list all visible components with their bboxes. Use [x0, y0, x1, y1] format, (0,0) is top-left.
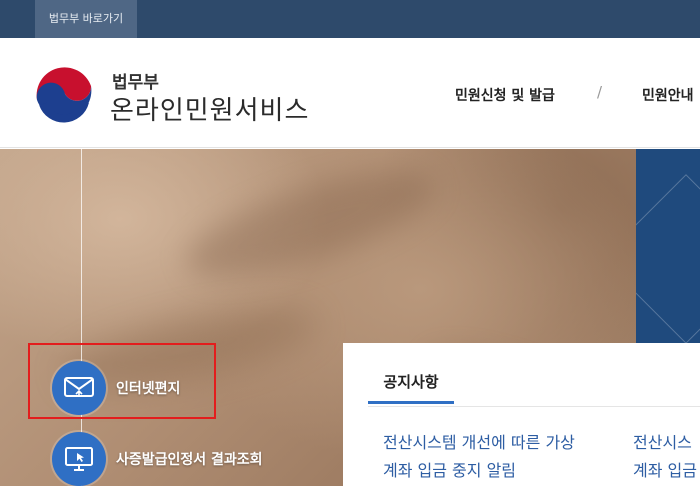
notice-panel: 공지사항 전산시스템 개선에 따른 가상 계좌 입금 중지 알림 전산시스 계좌…: [343, 343, 700, 486]
nav-separator: /: [597, 83, 603, 101]
envelope-icon: [64, 377, 94, 397]
hero-blue-panel: [636, 149, 700, 343]
quick-menu-icon-circle: [52, 432, 106, 486]
quick-menu-internet-letter[interactable]: 인터넷편지: [52, 361, 180, 415]
brand-service-name[interactable]: 온라인민원서비스: [110, 90, 309, 127]
notice-list-item[interactable]: 전산시스 계좌 입금: [633, 429, 700, 485]
notice-title-line: 계좌 입금 중지 알림: [383, 461, 517, 480]
quick-menu-visa-result[interactable]: 사증발급인정서 결과조회: [52, 432, 263, 486]
quick-menu-icon-circle: [52, 361, 106, 415]
notice-title-line: 계좌 입금: [633, 461, 697, 480]
notice-title-line: 전산시스템 개선에 따른 가상: [383, 433, 575, 452]
government-taegeuk-logo-icon[interactable]: [33, 64, 97, 128]
monitor-cursor-icon: [65, 447, 93, 471]
hero-banner: 인터넷편지 사증발급인정서 결과조회 공지사항 전산시스템 개선에 따른 가상 …: [0, 149, 700, 486]
notice-tab-divider: [368, 406, 700, 407]
tab-notice[interactable]: 공지사항: [368, 371, 454, 404]
ministry-shortcut-button[interactable]: 법무부 바로가기: [35, 0, 137, 38]
notice-title-line: 전산시스: [633, 433, 692, 452]
top-utility-bar: 법무부 바로가기: [0, 0, 700, 38]
nav-item-guide[interactable]: 민원안내: [642, 85, 694, 105]
quick-menu-label: 사증발급인정서 결과조회: [116, 452, 263, 468]
site-header: 법무부 온라인민원서비스 민원신청 및 발급 / 민원안내: [0, 38, 700, 148]
hero-background-shape: [175, 150, 445, 298]
panel-decoration: [636, 174, 700, 343]
quick-menu-label: 인터넷편지: [116, 381, 181, 397]
notice-list-item[interactable]: 전산시스템 개선에 따른 가상 계좌 입금 중지 알림: [383, 429, 623, 485]
nav-item-application[interactable]: 민원신청 및 발급: [455, 85, 555, 105]
